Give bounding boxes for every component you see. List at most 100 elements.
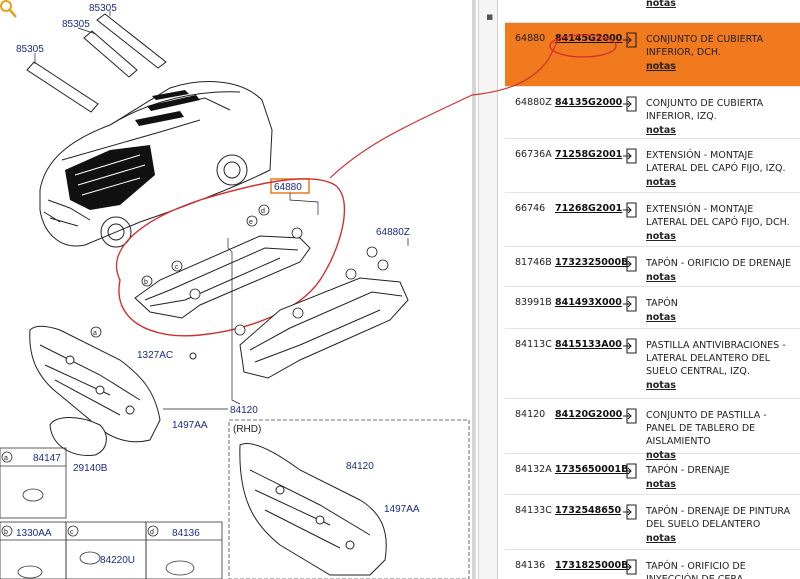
part-number-link[interactable]: 841493X000 (555, 297, 622, 308)
part-description: TAPÓN - ORIFICIO DE DRENAJE notas (646, 257, 794, 284)
add-to-cart-icon[interactable] (622, 503, 640, 521)
part-row[interactable]: 64880Z 84135G2000 CONJUNTO DE CUBIERTA INF… (505, 87, 800, 139)
part-description-text: TAPÓN (646, 298, 678, 309)
add-to-cart-icon[interactable] (622, 255, 640, 273)
part-ref-number: 84132A (515, 464, 552, 475)
table-cell-a: a (4, 455, 8, 462)
add-to-cart-icon[interactable] (622, 407, 640, 425)
notes-link[interactable]: notas (646, 176, 794, 189)
part-row[interactable]: 84113C 8415133A00 PASTILLA ANTIVIBRACIONES… (505, 329, 800, 399)
part-description: TAPÓN - DRENAJE DE PINTURA DEL SUELO DEL… (646, 505, 794, 545)
notes-link[interactable]: notas (646, 60, 794, 73)
part-description-text: CONJUNTO DE PASTILLA - PANEL DE TABLERO … (646, 410, 767, 447)
part-ref-number: 84113C (515, 339, 552, 350)
part-number-link[interactable]: 1735650001B (555, 464, 628, 475)
gasket-strip-left (26, 61, 99, 113)
table-code-84136: 84136 (172, 528, 200, 539)
add-to-cart-icon[interactable] (622, 558, 640, 576)
label-85305-top: 85305 (89, 3, 117, 14)
label-64880: 64880 (274, 182, 302, 193)
add-to-cart-icon[interactable] (622, 337, 640, 355)
parts-diagram: 85305 85305 85305 64880 64880Z b c d e a… (0, 0, 472, 579)
add-to-cart-icon[interactable] (622, 31, 640, 49)
part-row[interactable]: 83991B 841493X000 TAPÓN notas (505, 287, 800, 329)
part-ref-number: 81746B (515, 257, 552, 268)
notes-link[interactable]: notas (646, 532, 794, 545)
part-description: EXTENSIÓN - MONTAJE LATERAL DEL CAPÓ FIJ… (646, 149, 794, 189)
label-1497aa-2: 1497AA (384, 504, 420, 515)
add-to-cart-icon[interactable] (622, 95, 640, 113)
callout-e: e (249, 219, 253, 226)
zoom-icon[interactable] (0, 0, 17, 18)
notes-link[interactable]: notas (646, 311, 794, 324)
part-description-text: TAPÓN - DRENAJE DE PINTURA DEL SUELO DEL… (646, 506, 791, 530)
part-description: CONJUNTO DE CUBIERTA INFERIOR, IZQ. notas (646, 97, 794, 137)
add-to-cart-icon[interactable] (622, 201, 640, 219)
table-cell-d: d (150, 529, 154, 536)
part-row[interactable]: 84132A 1735650001B TAPÓN - DRENAJE notas (505, 454, 800, 495)
part-description-text: TAPÓN - ORIFICIO DE DRENAJE (646, 258, 792, 269)
add-to-cart-icon[interactable] (622, 295, 640, 313)
part-row[interactable]: 64880 84145G2000 CONJUNTO DE CUBIERTA INFE… (505, 23, 800, 87)
part-row[interactable]: 66746 71268G2001 EXTENSIÓN - MONTAJE LATER… (505, 193, 800, 247)
part-number-link[interactable]: 71258G2001 (555, 149, 622, 160)
part-description: TAPÓN - DRENAJE notas (646, 464, 794, 491)
label-1327ac: 1327AC (137, 350, 173, 361)
part-number-link[interactable]: 84135G2000 (555, 97, 622, 108)
table-cell-b: b (4, 529, 8, 536)
label-1497aa-1: 1497AA (172, 420, 208, 431)
under-cover-lh (239, 277, 409, 379)
part-row[interactable]: 84120 84120G2000 CONJUNTO DE PASTILLA - PA… (505, 399, 800, 461)
part-number-link[interactable]: 8415133A00 (555, 339, 622, 350)
part-number-link[interactable]: 1731825000B (555, 560, 628, 571)
callout-a: a (93, 330, 97, 337)
part-ref-number: 84136 (515, 560, 546, 571)
part-description: TAPÓN - ORIFICIO DE INYECCIÓN DE CERAnot… (646, 560, 794, 579)
part-description-text: CONJUNTO DE CUBIERTA INFERIOR, IZQ. (646, 98, 764, 122)
label-29140b: 29140B (73, 463, 108, 474)
part-number-link[interactable]: 84145G2000 (555, 33, 622, 44)
table-code-84220u: 84220U (100, 555, 135, 566)
part-row[interactable]: 84136 1731825000B TAPÓN - ORIFICIO DE INYE… (505, 550, 800, 579)
diagram-scrollbar[interactable] (472, 0, 476, 579)
rhd-tag: (RHD) (233, 424, 261, 435)
part-description-text: CONJUNTO DE CUBIERTA INFERIOR, DCH. (646, 34, 764, 58)
notes-link[interactable]: notas (646, 0, 794, 10)
notes-link[interactable]: notas (646, 124, 794, 137)
part-ref-number: 84120 (515, 409, 546, 420)
label-64880z: 64880Z (376, 227, 410, 238)
notes-link[interactable]: notas (646, 271, 794, 284)
part-description: CONJUNTO DE CUBIERTA INFERIOR, DCH. notas (646, 33, 794, 73)
red-annotation-arrow (329, 94, 472, 179)
grip-icon[interactable]: ▪ (486, 10, 493, 23)
notes-link[interactable]: notas (646, 478, 794, 491)
part-ref-number: 64880Z (515, 97, 552, 108)
diagram-svg: 85305 85305 85305 64880 64880Z b c d e a… (0, 0, 472, 579)
add-to-cart-icon[interactable] (622, 147, 640, 165)
part-number-link[interactable]: 1732548650 (555, 505, 621, 516)
label-85305-left: 85305 (16, 44, 44, 55)
part-row[interactable]: APOYAPIESnotas (505, 0, 800, 23)
table-code-84147: 84147 (33, 453, 61, 464)
callout-c: c (175, 264, 179, 271)
part-ref-number: 66746 (515, 203, 546, 214)
pane-divider[interactable] (478, 0, 498, 579)
table-code-1330aa: 1330AA (16, 528, 52, 539)
part-row[interactable]: 66736A 71258G2001 EXTENSIÓN - MONTAJE LATE… (505, 139, 800, 193)
notes-link[interactable]: notas (646, 230, 794, 243)
label-84120-rhd: 84120 (346, 461, 374, 472)
part-number-link[interactable]: 84120G2000 (555, 409, 622, 420)
part-row[interactable]: 84133C 1732548650 TAPÓN - DRENAJE DE PINTU… (505, 495, 800, 550)
part-row[interactable]: 81746B 1732325000B TAPÓN - ORIFICIO DE DRE… (505, 247, 800, 287)
part-description-text: TAPÓN - DRENAJE (646, 465, 730, 476)
part-number-link[interactable]: 1732325000B (555, 257, 628, 268)
part-number-link[interactable]: 71268G2001 (555, 203, 622, 214)
add-to-cart-icon[interactable] (622, 462, 640, 480)
parts-list: APOYAPIESnotas 64880 84145G2000 CONJUNTO DE… (505, 0, 800, 579)
label-85305-mid: 85305 (62, 19, 90, 30)
callout-b: b (144, 279, 148, 286)
part-description-text: EXTENSIÓN - MONTAJE LATERAL DEL CAPÓ FIJ… (646, 204, 790, 228)
part-description-text: TAPÓN - ORIFICIO DE INYECCIÓN DE CERA (646, 561, 746, 579)
part-ref-number: 83991B (515, 297, 552, 308)
notes-link[interactable]: notas (646, 379, 794, 392)
